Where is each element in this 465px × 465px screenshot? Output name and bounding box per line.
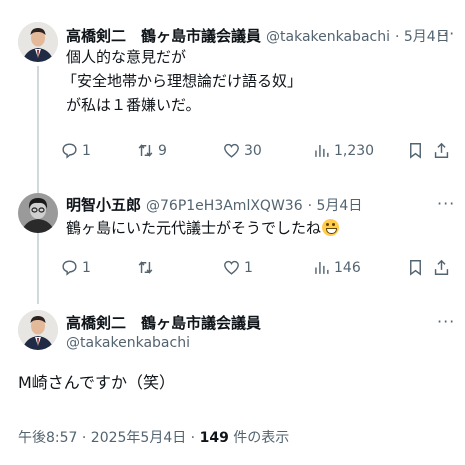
share-button[interactable] <box>432 258 456 277</box>
post3-timestamp-row: 午後8:57 · 2025年5月4日 · 149 件の表示 <box>18 427 289 447</box>
emoji-grin-icon <box>322 219 340 236</box>
like-icon <box>224 260 239 275</box>
post2-header: 明智小五郎 @76P1eH3AmlXQW36 · 5月4日 <box>66 194 362 215</box>
views-icon <box>315 261 329 274</box>
bookmark-icon <box>410 143 421 159</box>
post1-header: 高橋剣二 鶴ヶ島市議会議員 @takakenkabachi · 5月4日 <box>66 25 450 46</box>
display-name[interactable]: 高橋剣二 鶴ヶ島市議会議員 <box>66 312 261 333</box>
views-icon <box>315 144 329 157</box>
like-count: 30 <box>244 142 262 159</box>
share-button[interactable] <box>432 141 456 160</box>
post-timestamp[interactable]: 午後8:57 · 2025年5月4日 · <box>18 430 200 446</box>
repost-button[interactable]: 9 <box>136 141 222 160</box>
display-name[interactable]: 高橋剣二 鶴ヶ島市議会議員 <box>66 25 261 46</box>
avatar-takahashi-2[interactable] <box>18 310 58 350</box>
post1-line-2: 「安全地帯から理想論だけ語る奴」 <box>62 72 303 90</box>
more-options-icon[interactable]: ··· <box>437 194 455 213</box>
more-options-icon[interactable]: ··· <box>437 24 455 43</box>
post1-line-3: が私は１番嫌いだ。 <box>66 96 201 114</box>
avatar-akechi[interactable] <box>18 193 58 233</box>
reply-count: 1 <box>82 259 91 276</box>
reply-button[interactable]: 1 <box>60 141 136 160</box>
more-options-icon[interactable]: ··· <box>437 312 455 331</box>
bookmark-icon <box>410 260 421 276</box>
reply-count: 1 <box>82 142 91 159</box>
handle[interactable]: @76P1eH3AmlXQW36 <box>146 198 303 214</box>
post1-actions: 1 9 30 1,230 <box>60 141 460 160</box>
repost-icon <box>138 261 153 274</box>
display-name[interactable]: 明智小五郎 <box>66 194 141 215</box>
like-count: 1 <box>244 259 253 276</box>
post2-text-row: 鶴ヶ島にいた元代議士がそうでしたね <box>66 218 340 238</box>
post-date[interactable]: · 5月4日 <box>308 195 363 215</box>
bookmark-button[interactable] <box>406 141 432 160</box>
views-count: 1,230 <box>334 142 375 159</box>
repost-button[interactable] <box>136 258 222 277</box>
handle[interactable]: @takakenkabachi <box>66 335 190 351</box>
share-icon <box>434 142 449 158</box>
views-button[interactable]: 146 <box>312 258 406 277</box>
like-button[interactable]: 30 <box>222 141 312 160</box>
reply-button[interactable]: 1 <box>60 258 136 277</box>
thread-line <box>37 66 39 304</box>
views-button[interactable]: 1,230 <box>312 141 406 160</box>
post3-text: M崎さんですか（笑） <box>18 373 176 392</box>
views-count: 146 <box>334 259 361 276</box>
post2-actions: 1 1 146 <box>60 258 460 277</box>
like-button[interactable]: 1 <box>222 258 312 277</box>
view-count[interactable]: 149 <box>200 430 229 446</box>
avatar-takahashi-1[interactable] <box>18 22 58 62</box>
post2-text: 鶴ヶ島にいた元代議士がそうでしたね <box>66 219 322 237</box>
view-label: 件の表示 <box>228 430 290 446</box>
reply-icon <box>62 260 77 276</box>
reply-icon <box>62 143 77 159</box>
share-icon <box>434 259 449 275</box>
post1-line-1: 個人的な意見だが <box>66 48 187 66</box>
like-icon <box>224 143 239 158</box>
handle[interactable]: @takakenkabachi <box>266 29 390 45</box>
repost-count: 9 <box>158 142 167 159</box>
repost-icon <box>138 144 153 157</box>
bookmark-button[interactable] <box>406 258 432 277</box>
